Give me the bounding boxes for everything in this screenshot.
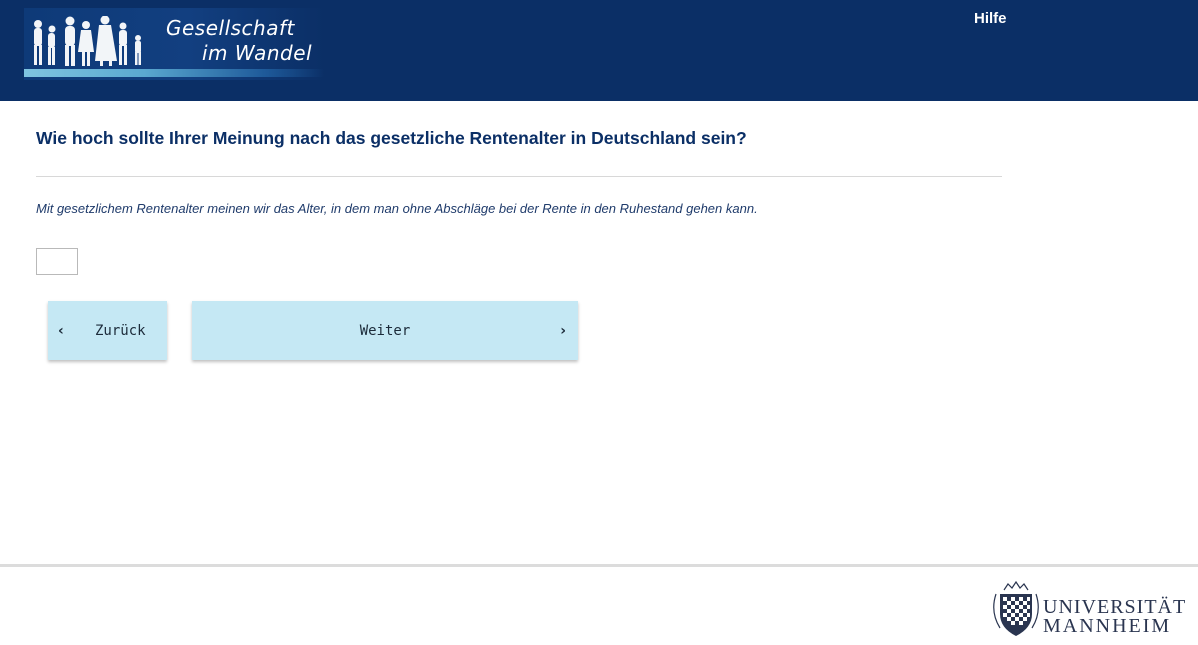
logo-band	[24, 69, 324, 77]
logo-text-line1: Gesellschaft	[166, 16, 295, 40]
back-button-label: Zurück	[95, 323, 146, 339]
help-link[interactable]: Hilfe	[974, 10, 1007, 27]
question-title: Wie hoch sollte Ihrer Meinung nach das g…	[36, 128, 747, 148]
question-hint: Mit gesetzlichem Rentenalter meinen wir …	[36, 201, 758, 216]
divider	[36, 176, 1002, 177]
chevron-left-icon: ‹	[58, 323, 64, 339]
next-button-label: Weiter	[359, 323, 411, 339]
retirement-age-input[interactable]	[36, 248, 78, 275]
next-button[interactable]: Weiter ›	[192, 301, 578, 360]
universitaet-mannheim-logo: UNIVERSITÄT MANNHEIM	[990, 580, 1195, 640]
header-bar: Gesellschaft im Wandel Hilfe	[0, 0, 1198, 101]
university-crest-icon	[993, 580, 1039, 636]
chevron-right-icon: ›	[560, 323, 566, 339]
university-name-line2: MANNHEIM	[1043, 615, 1172, 637]
gesellschaft-im-wandel-logo: Gesellschaft im Wandel	[24, 8, 324, 80]
logo-text-line2: im Wandel	[202, 41, 313, 65]
footer-divider	[0, 564, 1198, 567]
back-button[interactable]: ‹ Zurück	[48, 301, 167, 360]
